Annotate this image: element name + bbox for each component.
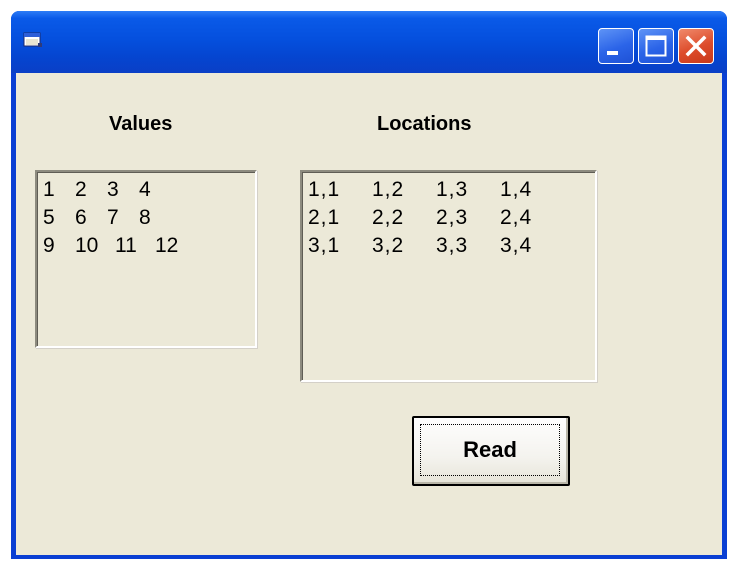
list-cell: 2 (75, 178, 87, 201)
app-window: Values Locations 1234 5678 9 10 11 12 1,1 1,… (11, 11, 727, 559)
list-cell: 1,1 (308, 178, 341, 201)
list-cell: 6 (75, 206, 87, 229)
list-cell: 3 (107, 178, 119, 201)
title-bar[interactable] (11, 11, 727, 73)
locations-listbox[interactable]: 1,1 1,2 1,3 1,4 2,1 2,2 2,3 2,4 3,1 3,2 3,3 3,4 (300, 170, 597, 382)
read-button-label: Read (420, 424, 560, 476)
list-cell: 1 (43, 178, 55, 201)
locations-label: Locations (377, 113, 472, 135)
close-icon (685, 35, 707, 57)
list-cell: 1,4 (500, 178, 533, 201)
list-cell: 9 (43, 234, 55, 257)
list-cell: 4 (139, 178, 151, 201)
list-cell: 8 (139, 206, 151, 229)
list-cell: 10 (75, 234, 99, 257)
list-cell: 5 (43, 206, 55, 229)
minimize-button[interactable] (598, 28, 634, 64)
list-item[interactable]: 1234 (43, 176, 255, 204)
list-cell: 12 (155, 234, 179, 257)
list-item[interactable]: 1,1 1,2 1,3 1,4 (308, 176, 595, 204)
minimize-icon (607, 51, 618, 55)
list-cell: 1,2 (372, 178, 405, 201)
list-item[interactable]: 9 10 11 12 (43, 232, 255, 260)
list-cell: 3,4 (500, 234, 533, 257)
list-cell: 2,3 (436, 206, 469, 229)
list-item[interactable]: 2,1 2,2 2,3 2,4 (308, 204, 595, 232)
list-cell: 3,2 (372, 234, 405, 257)
form-client-area: Values Locations 1234 5678 9 10 11 12 1,1 1,… (16, 73, 722, 555)
list-item[interactable]: 5678 (43, 204, 255, 232)
list-cell: 2,1 (308, 206, 341, 229)
values-listbox[interactable]: 1234 5678 9 10 11 12 (35, 170, 257, 348)
form-app-icon[interactable] (23, 32, 43, 48)
values-label: Values (109, 113, 173, 135)
maximize-icon (645, 35, 667, 57)
list-cell: 7 (107, 206, 119, 229)
list-cell: 2,4 (500, 206, 533, 229)
list-cell: 1,3 (436, 178, 469, 201)
list-cell: 11 (115, 234, 137, 257)
list-item[interactable]: 3,1 3,2 3,3 3,4 (308, 232, 595, 260)
maximize-button[interactable] (638, 28, 674, 64)
list-cell: 2,2 (372, 206, 405, 229)
close-button[interactable] (678, 28, 714, 64)
list-cell: 3,1 (308, 234, 341, 257)
list-cell: 3,3 (436, 234, 469, 257)
read-button[interactable]: Read (412, 416, 570, 486)
